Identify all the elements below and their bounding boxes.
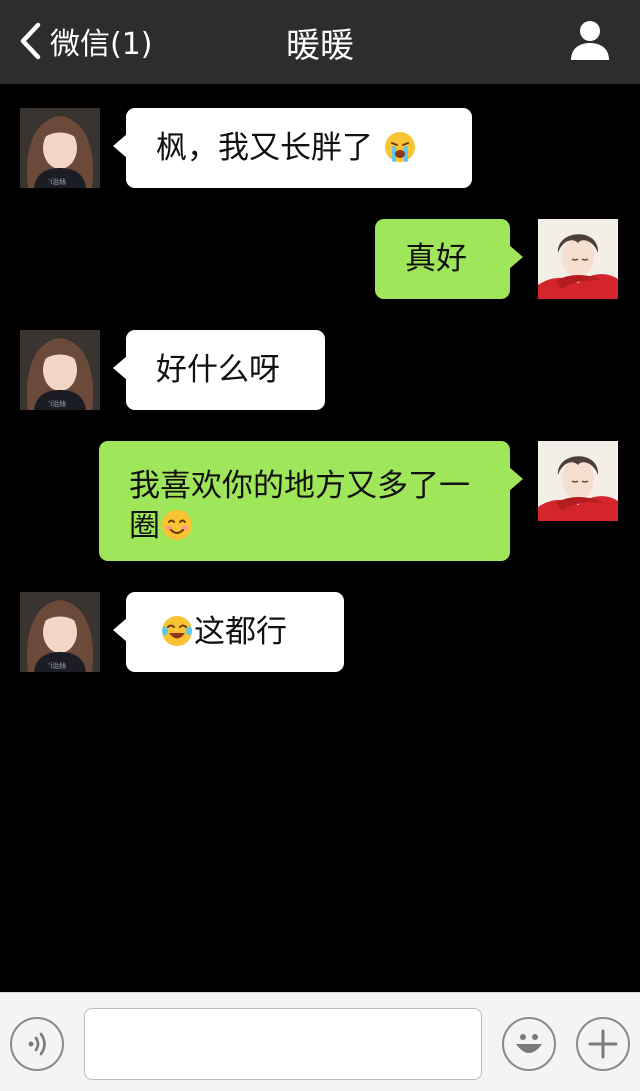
input-bar: [0, 992, 640, 1091]
svg-text:ʼi治絲: ʼi治絲: [48, 661, 66, 670]
voice-button[interactable]: [10, 1017, 64, 1071]
message-bubble-outgoing[interactable]: 我喜欢你的地方又多了一 圈: [99, 441, 523, 561]
back-label: 微信(1): [50, 27, 153, 62]
voice-icon: [28, 1032, 46, 1056]
person-icon: [571, 21, 609, 60]
message-bubble-incoming[interactable]: 枫，我又长胖了: [113, 108, 472, 188]
message-text: 枫，我又长胖了: [156, 130, 373, 166]
contact-profile-button[interactable]: [568, 18, 612, 62]
boy-avatar-image: [538, 441, 618, 521]
girl-avatar-image: ʼi治絲: [20, 108, 100, 188]
blushing-smile-emoji-icon: [162, 510, 192, 540]
plus-icon: [588, 1029, 618, 1059]
svg-text:ʼi治絲: ʼi治絲: [48, 399, 66, 408]
message-bubble-incoming[interactable]: 好什么呀: [113, 330, 325, 410]
nav-bar: 微信(1) 暖暖: [0, 0, 640, 84]
girl-avatar-image: ʼi治絲: [20, 592, 100, 672]
message-input[interactable]: [84, 1008, 482, 1080]
message-text: 这都行: [194, 614, 287, 650]
message-text: 好什么呀: [156, 352, 280, 388]
emoji-button[interactable]: [502, 1017, 556, 1071]
contact-avatar[interactable]: ʼi治絲: [20, 592, 100, 672]
message-text: 真好: [405, 241, 467, 277]
more-button[interactable]: [576, 1017, 630, 1071]
svg-text:ʼi治絲: ʼi治絲: [48, 177, 66, 186]
crying-face-emoji-icon: [384, 132, 415, 162]
back-button[interactable]: 微信(1): [18, 18, 153, 64]
my-avatar[interactable]: [538, 219, 618, 299]
message-text: 圈: [129, 508, 160, 544]
chevron-left-icon: [20, 22, 41, 60]
contact-avatar[interactable]: ʼi治絲: [20, 330, 100, 410]
message-bubble-incoming[interactable]: 这都行: [113, 592, 344, 672]
boy-avatar-image: [538, 219, 618, 299]
chat-screen: 微信(1) 暖暖 ʼi治絲 枫，我又长胖了 真好 ʼi治絲 好什么呀 我喜欢你的…: [0, 0, 640, 1091]
tears-of-joy-emoji-icon: [162, 616, 192, 646]
girl-avatar-image: ʼi治絲: [20, 330, 100, 410]
contact-avatar[interactable]: ʼi治絲: [20, 108, 100, 188]
message-bubble-outgoing[interactable]: 真好: [375, 219, 523, 299]
my-avatar[interactable]: [538, 441, 618, 521]
message-text-line: 我喜欢你的地方又多了一: [129, 468, 470, 504]
message-text-line-2: 圈: [129, 506, 510, 546]
smiley-icon: [516, 1034, 542, 1053]
